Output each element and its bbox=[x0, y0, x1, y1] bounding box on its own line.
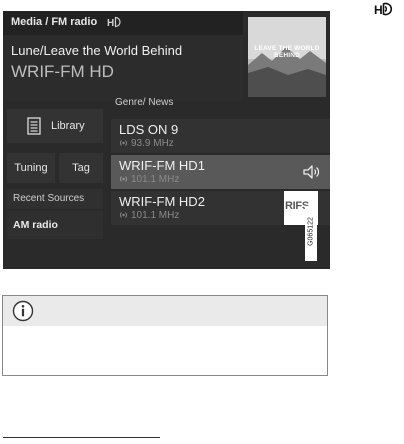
top-bar: Media / FM radio H bbox=[3, 11, 243, 35]
album-art: LEAVE THE WORLD BEHIND bbox=[248, 17, 326, 97]
signal-icon bbox=[120, 140, 127, 146]
info-icon bbox=[12, 300, 34, 322]
album-art-title: LEAVE THE WORLD BEHIND bbox=[254, 45, 320, 59]
signal-icon bbox=[120, 176, 127, 182]
info-note-box bbox=[2, 295, 328, 376]
speaker-icon bbox=[303, 165, 320, 179]
info-note-header bbox=[3, 296, 327, 326]
left-panel: Library Tuning Tag Recent Sources AM rad… bbox=[3, 101, 107, 269]
image-code: G065122 bbox=[307, 217, 315, 246]
station-row-freq: 101.1 MHz bbox=[119, 210, 179, 221]
station-row-freq-text: 101.1 MHz bbox=[131, 210, 180, 221]
station-row[interactable]: LDS ON 9 93.9 MHz bbox=[111, 119, 330, 153]
now-playing-panel: Lune/Leave the World Behind WRIF-FM HD bbox=[3, 35, 243, 101]
library-label: Library bbox=[51, 120, 85, 132]
footnote-separator bbox=[3, 437, 160, 438]
recent-source-am-radio[interactable]: AM radio bbox=[7, 211, 103, 239]
list-header: Genre/ News bbox=[115, 97, 174, 108]
hd-radio-icon: H bbox=[374, 2, 393, 16]
tuning-label: Tuning bbox=[14, 162, 48, 174]
recent-source-label: AM radio bbox=[13, 219, 58, 231]
station-row-freq-text: 101.1 MHz bbox=[131, 174, 180, 185]
hd-radio-icon: H bbox=[107, 16, 121, 28]
station-name: WRIF-FM HD bbox=[11, 62, 114, 81]
station-row-freq: 101.1 MHz bbox=[119, 174, 179, 185]
station-row-selected[interactable]: WRIF-FM HD1 101.1 MHz bbox=[111, 155, 330, 189]
tuning-button[interactable]: Tuning bbox=[7, 153, 55, 183]
image-code-label: G065122 bbox=[305, 206, 317, 261]
song-title: Lune/Leave the World Behind bbox=[11, 43, 183, 58]
station-row[interactable]: WRIF-FM HD2 101.1 MHz RIFS bbox=[111, 191, 330, 225]
station-row-name: WRIF-FM HD1 bbox=[119, 158, 205, 173]
signal-icon bbox=[120, 212, 127, 218]
svg-text:H: H bbox=[107, 18, 114, 28]
station-row-name: WRIF-FM HD2 bbox=[119, 194, 205, 209]
recent-sources-header: Recent Sources bbox=[7, 189, 103, 209]
library-icon bbox=[27, 117, 41, 135]
breadcrumb: Media / FM radio bbox=[11, 16, 98, 28]
library-button[interactable]: Library bbox=[7, 109, 103, 143]
radio-screen: Media / FM radio H Lune/Leave the World … bbox=[3, 11, 330, 269]
station-row-freq-text: 93.9 MHz bbox=[131, 138, 174, 149]
svg-text:H: H bbox=[374, 3, 383, 16]
tag-button[interactable]: Tag bbox=[59, 153, 103, 183]
station-row-freq: 93.9 MHz bbox=[119, 138, 174, 149]
tag-label: Tag bbox=[72, 162, 90, 174]
station-row-name: LDS ON 9 bbox=[119, 122, 179, 137]
recent-sources-label: Recent Sources bbox=[13, 193, 85, 204]
